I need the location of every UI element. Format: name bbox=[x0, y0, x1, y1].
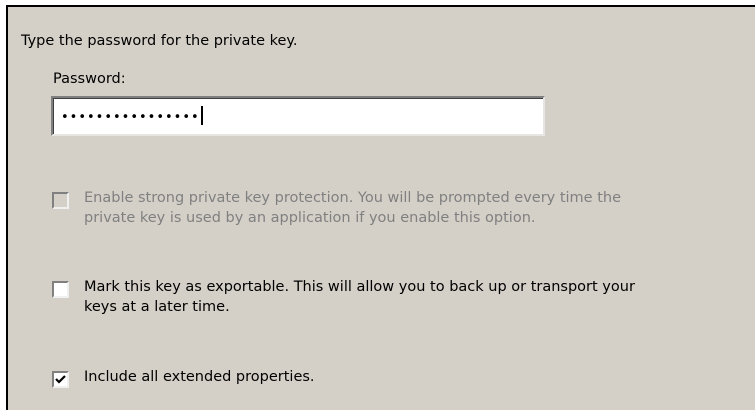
password-label: Password: bbox=[53, 71, 126, 87]
include-extended-properties-label-line1: Include all extended properties. bbox=[84, 369, 315, 385]
include-extended-properties-checkbox[interactable] bbox=[52, 371, 69, 388]
mark-exportable-label-line2: keys at a later time. bbox=[84, 299, 230, 315]
instruction-text: Type the password for the private key. bbox=[21, 33, 298, 49]
strong-protection-checkbox[interactable] bbox=[52, 192, 69, 209]
strong-protection-label-line2: private key is used by an application if… bbox=[84, 210, 536, 226]
mark-exportable-checkbox[interactable] bbox=[52, 281, 69, 298]
mark-exportable-label[interactable]: Mark this key as exportable. This will a… bbox=[84, 277, 754, 317]
password-masked-value: •••••••••••••••• bbox=[61, 110, 200, 125]
include-extended-properties-label[interactable]: Include all extended properties. bbox=[84, 367, 315, 387]
strong-protection-label: Enable strong private key protection. Yo… bbox=[84, 188, 744, 228]
strong-protection-label-line1: Enable strong private key protection. Yo… bbox=[84, 190, 622, 206]
text-caret bbox=[200, 106, 203, 125]
password-field[interactable]: •••••••••••••••• bbox=[51, 96, 545, 136]
checkmark-icon bbox=[55, 375, 66, 384]
dialog-panel: Type the password for the private key. P… bbox=[6, 5, 755, 410]
mark-exportable-label-line1: Mark this key as exportable. This will a… bbox=[84, 279, 635, 295]
